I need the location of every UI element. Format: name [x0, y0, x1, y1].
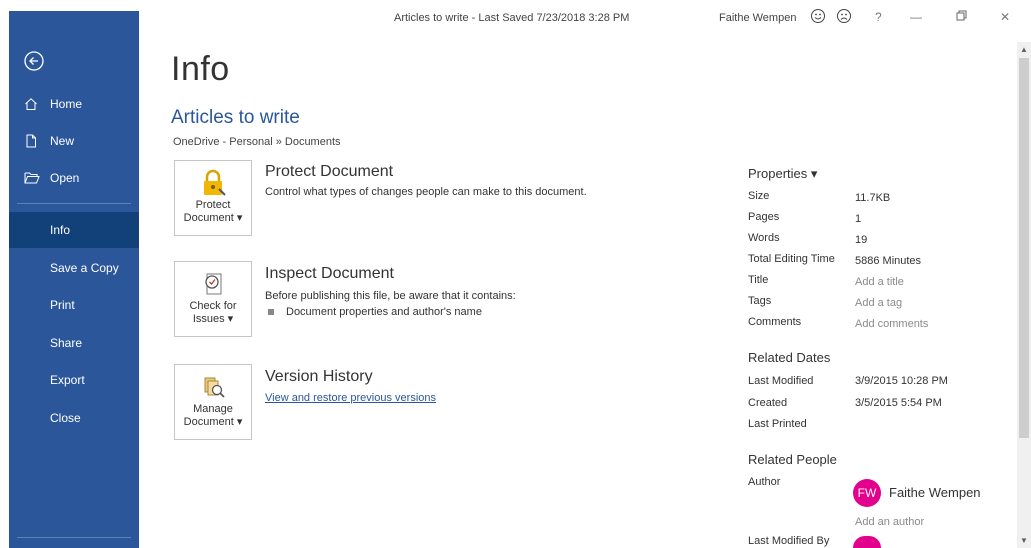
manage-document-label-2: Document ▾: [183, 416, 243, 428]
nav-close-label: Close: [50, 411, 81, 425]
prop-comments-label: Comments: [748, 316, 802, 328]
last-modified-label: Last Modified: [748, 375, 814, 387]
prop-words-value: 19: [855, 234, 868, 246]
sidebar-divider: [17, 203, 131, 204]
bullet-square-icon: [268, 309, 274, 315]
manage-versions-icon: [197, 373, 229, 401]
folder-open-icon: [24, 171, 44, 185]
prop-size-value: 11.7KB: [855, 192, 891, 204]
nav-new-label: New: [50, 134, 75, 148]
prop-tags-label: Tags: [748, 295, 772, 307]
related-dates-heading: Related Dates: [748, 350, 831, 365]
last-modified-by-avatar[interactable]: [853, 536, 881, 548]
title-bar: Articles to write - Last Saved 7/23/2018…: [139, 0, 1031, 34]
nav-home[interactable]: Home: [9, 86, 139, 122]
nav-save-a-copy-label: Save a Copy: [50, 261, 119, 275]
nav-export[interactable]: Export: [9, 362, 139, 398]
protect-document-label-1: Protect: [195, 199, 231, 211]
nav-home-label: Home: [50, 97, 83, 111]
nav-share[interactable]: Share: [9, 325, 139, 361]
new-document-icon: [24, 134, 44, 148]
manage-document-label-1: Manage: [193, 403, 233, 415]
prop-editing-time-value: 5886 Minutes: [855, 255, 922, 267]
inspect-bullet-text: Document properties and author's name: [286, 306, 482, 318]
restore-button[interactable]: [955, 10, 971, 26]
inspect-document-description: Before publishing this file, be aware th…: [265, 290, 516, 302]
view-previous-versions-link[interactable]: View and restore previous versions: [265, 392, 436, 404]
scrollbar-thumb[interactable]: [1019, 58, 1029, 438]
protect-document-label-2: Document ▾: [183, 212, 243, 224]
inspect-document-heading: Inspect Document: [265, 265, 394, 282]
protect-document-heading: Protect Document: [265, 163, 394, 180]
nav-save-a-copy[interactable]: Save a Copy: [9, 250, 139, 286]
help-button[interactable]: ?: [875, 10, 882, 24]
last-modified-value: 3/9/2015 10:28 PM: [855, 375, 948, 387]
minimize-button[interactable]: —: [910, 10, 922, 24]
prop-comments-field[interactable]: Add comments: [855, 318, 928, 330]
backstage-sidebar: Home New Open Info Save a Copy Print Sha…: [9, 11, 139, 548]
window-title: Articles to write - Last Saved 7/23/2018…: [394, 12, 630, 24]
document-title: Articles to write: [171, 107, 300, 128]
created-value: 3/5/2015 5:54 PM: [855, 397, 942, 409]
nav-share-label: Share: [50, 336, 83, 350]
nav-print-label: Print: [50, 298, 75, 312]
scroll-down-icon[interactable]: ▼: [1017, 534, 1031, 548]
smile-icon[interactable]: [810, 8, 826, 24]
prop-title-field[interactable]: Add a title: [855, 276, 904, 288]
scroll-up-icon[interactable]: ▲: [1017, 43, 1031, 57]
nav-export-label: Export: [50, 373, 85, 387]
related-people-heading: Related People: [748, 452, 837, 467]
author-name[interactable]: Faithe Wempen: [889, 485, 981, 500]
created-label: Created: [748, 397, 788, 409]
author-label: Author: [748, 476, 781, 488]
nav-print[interactable]: Print: [9, 287, 139, 323]
check-for-issues-label-2: Issues ▾: [192, 313, 234, 325]
sidebar-bottom-divider: [17, 537, 131, 538]
prop-tags-field[interactable]: Add a tag: [855, 297, 902, 309]
protect-document-button[interactable]: Protect Document ▾: [174, 160, 252, 236]
back-arrow-icon[interactable]: [23, 50, 45, 72]
inspect-bullet: Document properties and author's name: [268, 306, 482, 318]
check-for-issues-button[interactable]: Check for Issues ▾: [174, 261, 252, 337]
document-path: OneDrive - Personal » Documents: [173, 136, 341, 148]
prop-editing-time-label: Total Editing Time: [748, 253, 835, 265]
protect-document-description: Control what types of changes people can…: [265, 186, 587, 198]
last-modified-by-label: Last Modified By: [748, 535, 830, 547]
manage-document-button[interactable]: Manage Document ▾: [174, 364, 252, 440]
version-history-heading: Version History: [265, 368, 373, 385]
nav-open-label: Open: [50, 171, 80, 185]
home-icon: [24, 97, 44, 111]
prop-words-label: Words: [748, 232, 780, 244]
inspect-document-icon: [197, 270, 229, 298]
author-avatar[interactable]: FW: [853, 479, 881, 507]
check-for-issues-label-1: Check for: [189, 300, 237, 312]
prop-size-label: Size: [748, 190, 770, 202]
nav-info[interactable]: Info: [9, 212, 139, 248]
account-name[interactable]: Faithe Wempen: [719, 12, 796, 24]
properties-heading[interactable]: Properties ▾: [748, 166, 817, 182]
page-title: Info: [171, 50, 230, 88]
nav-open[interactable]: Open: [9, 160, 139, 196]
last-printed-label: Last Printed: [748, 418, 807, 430]
lock-icon: [197, 169, 229, 197]
prop-pages-label: Pages: [748, 211, 780, 223]
frown-icon[interactable]: [836, 8, 852, 24]
nav-close[interactable]: Close: [9, 400, 139, 436]
close-window-button[interactable]: ✕: [1000, 10, 1010, 24]
nav-info-label: Info: [50, 223, 71, 237]
nav-new[interactable]: New: [9, 123, 139, 159]
add-author-field[interactable]: Add an author: [855, 516, 924, 528]
prop-title-label: Title: [748, 274, 769, 286]
prop-pages-value: 1: [855, 213, 862, 225]
